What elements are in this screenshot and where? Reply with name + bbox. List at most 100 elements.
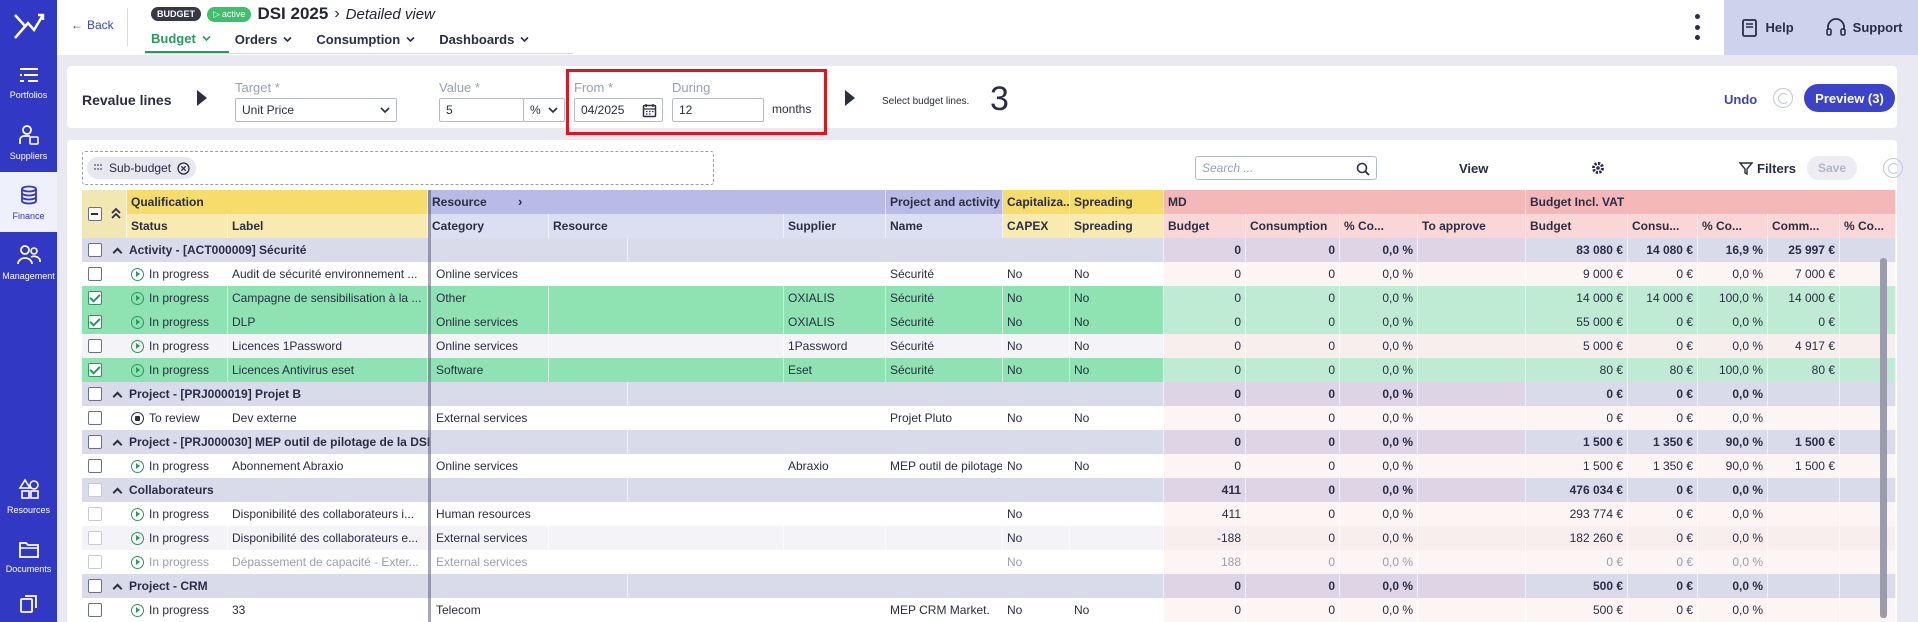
row-checkbox[interactable] [88,579,102,593]
category-cell: Telecom [432,598,549,622]
status-cell: In progress [127,262,228,286]
vertical-scrollbar[interactable] [1880,258,1887,618]
row-checkbox[interactable] [88,483,102,497]
md-percent-cell: 0,0 % [1340,598,1418,622]
collapse-group-icon[interactable] [112,391,123,401]
nav-item-suppliers[interactable]: Suppliers [0,112,57,172]
column-header-b-budget: Budget [1526,214,1628,238]
row-checkbox[interactable] [88,555,102,569]
status-cell: In progress [127,310,228,334]
md-approve-cell [1418,454,1526,478]
drag-handle-icon[interactable] [93,163,103,173]
collapse-all-icon[interactable] [110,206,122,223]
refresh-icon[interactable] [1773,88,1793,108]
consumption-cell: 0 € [1628,526,1698,550]
md-percent-cell: 0,0 % [1340,262,1418,286]
nav-item-portfolios[interactable]: Portfolios [0,52,57,112]
support-button[interactable]: Support [1825,17,1903,38]
column-header-b-pct2: % Co... [1840,214,1896,238]
reset-icon[interactable] [1883,158,1903,178]
row-checkbox[interactable] [88,267,102,281]
md-percent-cell: 0,0 % [1340,526,1418,550]
row-checkbox[interactable] [88,531,102,545]
status-cell: To review [127,406,228,430]
gear-icon[interactable] [1591,161,1605,175]
app-logo[interactable] [0,0,57,52]
committed-cell [1768,598,1840,622]
committed-cell: 14 000 € [1768,286,1840,310]
help-button[interactable]: Help [1740,18,1794,38]
nav-item-resources[interactable]: Resources [0,466,57,526]
preview-button[interactable]: Preview (3) [1804,84,1895,112]
collapse-group-icon[interactable] [112,487,123,497]
tab-consumption[interactable]: Consumption [310,32,433,53]
capex-cell: No [1003,454,1070,478]
md-budget-cell: 0 [1164,262,1246,286]
table-row: In progress 33 Telecom MEP CRM Market. No No 0… [82,598,1896,622]
target-select[interactable]: Unit Price [235,98,397,122]
supplier-cell [784,406,886,430]
label-cell: Licences 1Password [228,334,428,358]
budget-cell: 80 € [1526,358,1628,382]
status-cell: In progress [127,454,228,478]
row-checkbox[interactable] [88,411,102,425]
percent2-cell [1840,310,1896,334]
step-arrow-icon[interactable] [197,90,207,106]
step-arrow-icon[interactable] [845,90,855,106]
group-chip-sub-budget[interactable]: Sub-budget [87,157,197,179]
group-header-spreading: Spreading [1070,190,1164,214]
md-approve-cell [1418,310,1526,334]
row-checkbox[interactable] [88,339,102,353]
tab-orders[interactable]: Orders [229,32,311,53]
committed-cell [1768,406,1840,430]
more-nav-icon[interactable] [19,594,39,617]
row-checkbox[interactable] [88,603,102,617]
md-percent-cell: 0,0 % [1340,310,1418,334]
value-input[interactable]: 5 [439,98,524,122]
undo-button[interactable]: Undo [1724,92,1757,107]
row-checkbox[interactable] [88,243,102,257]
remove-chip-icon[interactable] [177,161,190,175]
chevron-down-icon [406,36,415,43]
row-checkbox[interactable] [88,459,102,473]
spreading-cell: No [1070,286,1164,310]
consumption-cell: 1 350 € [1628,430,1698,454]
back-link[interactable]: ← Back [71,18,114,32]
md-budget-cell: -188 [1164,526,1246,550]
grouping-drop-zone[interactable]: Sub-budget [82,151,714,185]
row-checkbox[interactable] [88,363,102,377]
select-all-checkbox[interactable] [88,207,102,221]
search-input[interactable]: Search ... [1195,156,1377,180]
consumption-cell: 0 € [1628,262,1698,286]
expand-resource-icon[interactable]: › [518,194,522,209]
save-button[interactable]: Save [1807,156,1857,180]
row-checkbox[interactable] [88,387,102,401]
budget-cell: 500 € [1526,574,1628,598]
tab-budget[interactable]: Budget [145,31,229,53]
collapse-group-icon[interactable] [112,583,123,593]
name-cell [886,526,1003,550]
collapse-group-icon[interactable] [112,439,123,449]
md-consumption-cell: 0 [1246,406,1340,430]
budget-cell: 500 € [1526,598,1628,622]
row-checkbox[interactable] [88,291,102,305]
tab-dashboards[interactable]: Dashboards [433,32,547,53]
nav-item-management[interactable]: Management [0,232,57,292]
resource-cell [549,358,784,382]
filters-button[interactable]: Filters [1739,161,1796,176]
percent2-cell [1840,502,1896,526]
row-checkbox[interactable] [88,435,102,449]
table-row: In progress DLP Online services OXIALIS Sécu… [82,310,1896,334]
category-cell: External services [432,406,549,430]
row-checkbox[interactable] [88,507,102,521]
percent-cell: 0,0 % [1698,502,1768,526]
more-menu-icon[interactable] [1691,14,1703,40]
pinned-column-divider[interactable] [428,190,431,622]
value-unit-select[interactable]: % [523,98,565,122]
nav-item-finance[interactable]: Finance [0,172,57,232]
row-checkbox[interactable] [88,315,102,329]
column-header-md-budget: Budget [1164,214,1246,238]
collapse-group-icon[interactable] [112,247,123,257]
md-percent-cell: 0,0 % [1340,430,1418,454]
nav-item-documents[interactable]: Documents [0,526,57,586]
